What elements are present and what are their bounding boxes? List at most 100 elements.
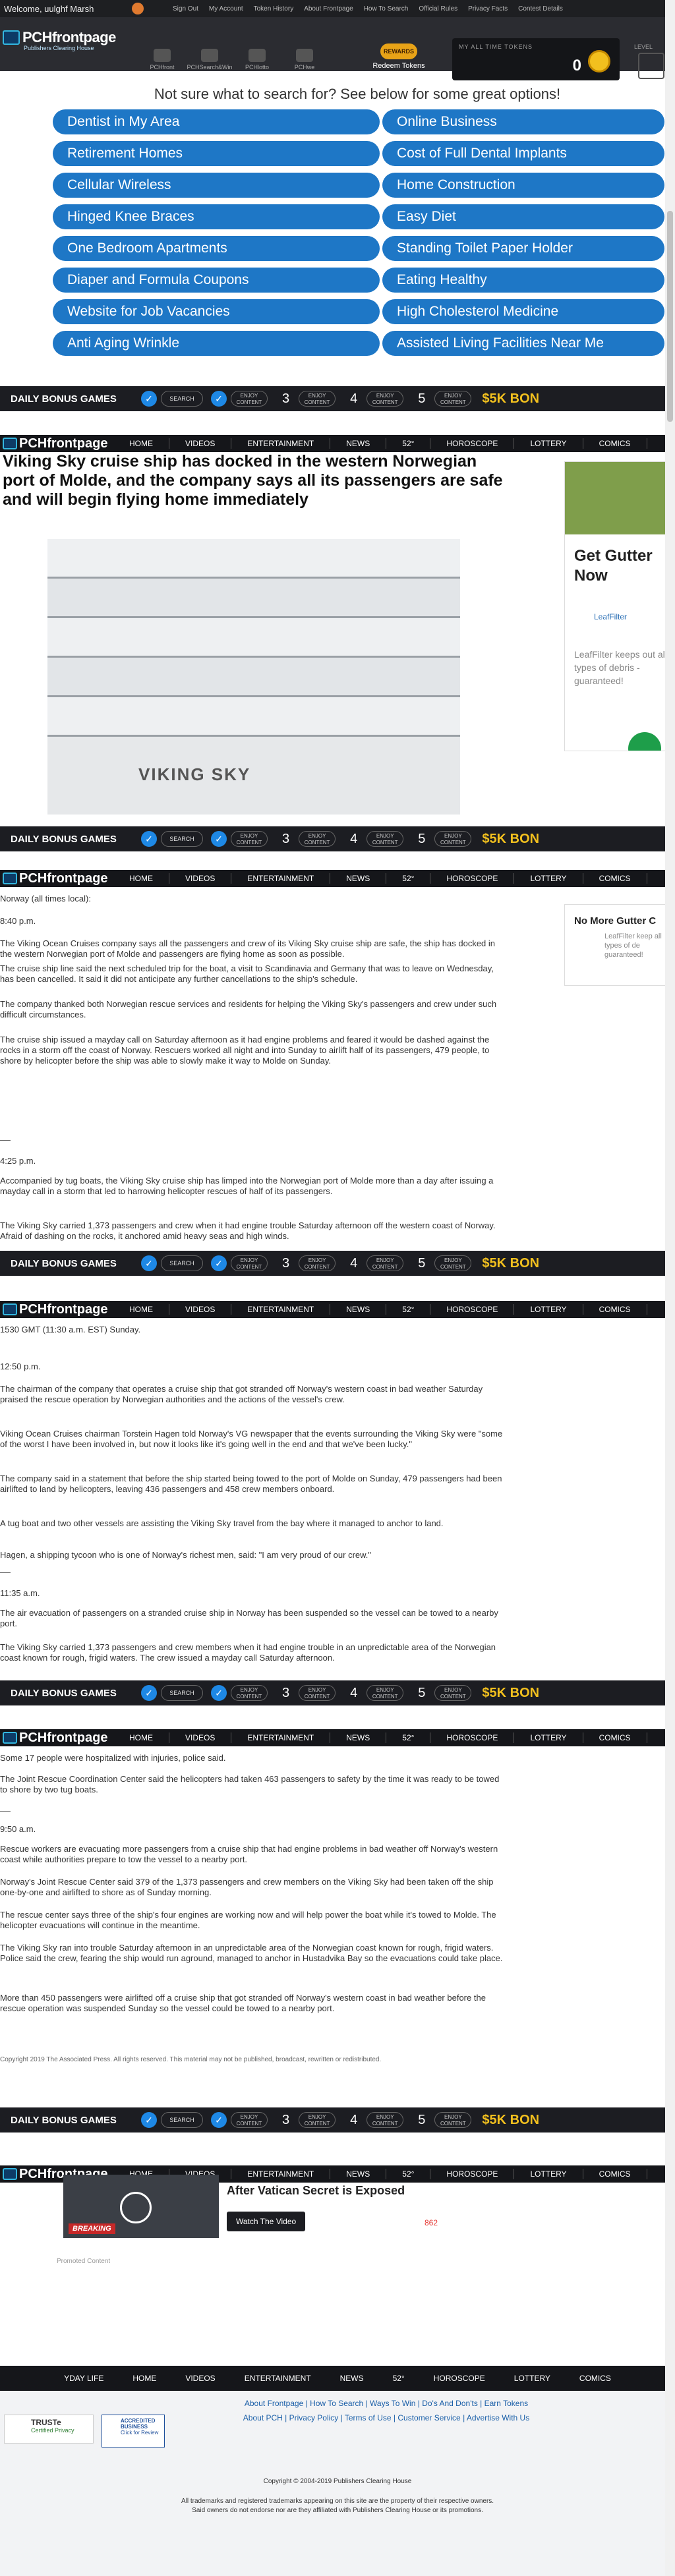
contest-details-link[interactable]: Contest Details [518,5,563,13]
nav-item[interactable]: LOTTERY [514,2169,582,2179]
suggestion-item[interactable]: Eating Healthy [382,268,664,293]
nav-pchfront[interactable]: PCHfront [138,49,186,71]
suggestion-item[interactable]: Assisted Living Facilities Near Me [382,331,664,356]
bonus-enjoy-step[interactable]: ENJOY CONTENT [299,1685,336,1701]
bonus-enjoy-step[interactable]: ENJOY CONTENT [231,2112,268,2128]
nav-item[interactable]: COMICS [583,2169,647,2179]
redeem-tokens-button[interactable]: REWARDS Redeem Tokens [369,43,428,70]
bonus-enjoy-step[interactable]: ENJOY CONTENT [231,831,268,847]
truste-badge[interactable]: TRUSTe Certified Privacy [4,2415,94,2444]
token-history-link[interactable]: Token History [254,5,294,13]
bonus-enjoy-step[interactable]: ENJOY CONTENT [231,1255,268,1271]
how-to-search-link[interactable]: How To Search [364,5,409,13]
nav-item[interactable]: NEWS [330,2169,386,2179]
nav-pchwe[interactable]: PCHwe [281,49,328,71]
bonus-search-step[interactable]: SEARCH [161,1685,203,1701]
bonus-enjoy-step[interactable]: ENJOY CONTENT [367,2112,404,2128]
my-account-link[interactable]: My Account [209,5,243,13]
nav-item[interactable]: NEWS [330,1733,386,1742]
nav-item[interactable]: HOROSCOPE [430,1305,514,1314]
nav-logo[interactable]: PCHfrontpage [3,871,107,886]
bonus-enjoy-step[interactable]: ENJOY CONTENT [231,391,268,407]
nav-item[interactable]: HOME [113,1305,169,1314]
bonus-search-step[interactable]: SEARCH [161,831,203,847]
suggestion-item[interactable]: Cellular Wireless [53,173,380,198]
suggestion-item[interactable]: Diaper and Formula Coupons [53,268,380,293]
nav-item[interactable]: ENTERTAINMENT [231,2169,330,2179]
bonus-enjoy-step[interactable]: ENJOY CONTENT [367,831,404,847]
bonus-search-step[interactable]: SEARCH [161,391,203,407]
bonus-enjoy-step[interactable]: ENJOY CONTENT [299,831,336,847]
bbb-badge[interactable]: ACCREDITED BUSINESS Click for Review [102,2415,165,2447]
suggestion-item[interactable]: Easy Diet [382,204,664,229]
scrollbar-thumb[interactable] [667,211,673,422]
suggestion-item[interactable]: Dentist in My Area [53,109,380,134]
side-ad-gutter[interactable]: Get Gutter Now LeafFilter LeafFilter kee… [564,461,675,751]
nav-item[interactable]: VIDEOS [169,874,231,883]
bonus-enjoy-step[interactable]: ENJOY CONTENT [434,391,472,407]
nav-item[interactable]: HOROSCOPE [430,1733,514,1742]
nav-item[interactable]: LOTTERY [514,1305,582,1314]
nav-item[interactable]: COMICS [583,439,647,448]
official-rules-link[interactable]: Official Rules [419,5,457,13]
pch-logo[interactable]: PCHfrontpage Publishers Clearing House [3,29,116,51]
bonus-enjoy-step[interactable]: ENJOY CONTENT [299,1255,336,1271]
suggestion-item[interactable]: Online Business [382,109,664,134]
bonus-enjoy-step[interactable]: ENJOY CONTENT [231,1685,268,1701]
bonus-search-step[interactable]: SEARCH [161,1255,203,1271]
bonus-enjoy-step[interactable]: ENJOY CONTENT [367,1255,404,1271]
nav-item[interactable]: LOTTERY [514,1733,582,1742]
suggestion-item[interactable]: High Cholesterol Medicine [382,299,664,324]
suggestion-item[interactable]: Website for Job Vacancies [53,299,380,324]
nav-logo[interactable]: PCHfrontpage [3,436,107,451]
nav-item[interactable]: LOTTERY [514,874,582,883]
nav-item[interactable]: HOME [113,1733,169,1742]
nav-item[interactable]: HOROSCOPE [430,2169,514,2179]
nav-item[interactable]: HOME [113,874,169,883]
suggestion-item[interactable]: Home Construction [382,173,664,198]
about-frontpage-link[interactable]: About Frontpage [304,5,353,13]
nav-logo[interactable]: PCHfrontpage [3,1731,107,1746]
nav-item[interactable]: COMICS [583,1733,647,1742]
nav-item[interactable]: LOTTERY [514,439,582,448]
bonus-enjoy-step[interactable]: ENJOY CONTENT [434,1685,472,1701]
nav-item[interactable]: VIDEOS [169,439,231,448]
nav-item[interactable]: VIDEOS [169,1733,231,1742]
bonus-enjoy-step[interactable]: ENJOY CONTENT [299,2112,336,2128]
nav-item[interactable]: NEWS [330,439,386,448]
privacy-facts-link[interactable]: Privacy Facts [468,5,508,13]
nav-item[interactable]: NEWS [330,1305,386,1314]
nav-item[interactable]: NEWS [330,874,386,883]
nav-item[interactable]: HOROSCOPE [430,439,514,448]
bonus-enjoy-step[interactable]: ENJOY CONTENT [434,831,472,847]
nav-pchsearch[interactable]: PCHSearch&Win [186,49,233,71]
bonus-enjoy-step[interactable]: ENJOY CONTENT [434,1255,472,1271]
suggestion-item[interactable]: Cost of Full Dental Implants [382,141,664,166]
nav-item[interactable]: ENTERTAINMENT [231,1733,330,1742]
nav-item[interactable]: VIDEOS [169,1305,231,1314]
nav-item[interactable]: HOROSCOPE [430,874,514,883]
promo-video-thumb[interactable]: BREAKING [63,2175,219,2238]
ad-next-button[interactable] [628,732,661,751]
nav-item[interactable]: ENTERTAINMENT [231,1305,330,1314]
nav-item[interactable]: ENTERTAINMENT [231,439,330,448]
watch-video-button[interactable]: Watch The Video [227,2212,306,2231]
suggestion-item[interactable]: Standing Toilet Paper Holder [382,236,664,261]
nav-item[interactable]: COMICS [583,874,647,883]
suggestion-item[interactable]: Anti Aging Wrinkle [53,331,380,356]
suggestion-item[interactable]: Hinged Knee Braces [53,204,380,229]
suggestion-item[interactable]: Retirement Homes [53,141,380,166]
nav-logo[interactable]: PCHfrontpage [3,1302,107,1317]
nav-item[interactable]: COMICS [583,1305,647,1314]
user-avatar-icon[interactable] [132,3,144,14]
bonus-enjoy-step[interactable]: ENJOY CONTENT [299,391,336,407]
nav-item[interactable]: HOME [113,439,169,448]
nav-pchlotto[interactable]: PCHlotto [233,49,281,71]
page-scrollbar[interactable] [665,0,675,2576]
suggestion-item[interactable]: One Bedroom Apartments [53,236,380,261]
promo-title[interactable]: After Vatican Secret is Exposed [227,2184,405,2198]
bonus-enjoy-step[interactable]: ENJOY CONTENT [367,1685,404,1701]
nav-item[interactable]: ENTERTAINMENT [231,874,330,883]
bonus-enjoy-step[interactable]: ENJOY CONTENT [367,391,404,407]
bonus-search-step[interactable]: SEARCH [161,2112,203,2128]
